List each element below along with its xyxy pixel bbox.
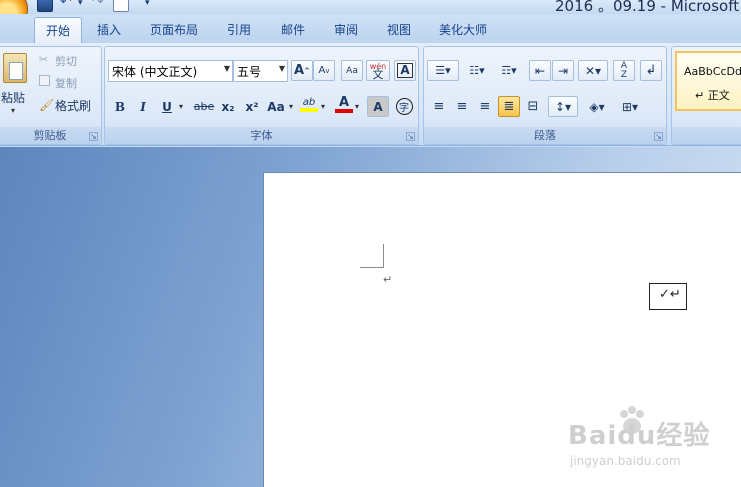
align-right-button[interactable]: ≡ <box>474 96 496 117</box>
style-sample-text: AaBbCcDd <box>684 65 741 78</box>
character-border-button[interactable]: A <box>394 60 416 81</box>
align-left-button[interactable]: ≡ <box>428 96 450 117</box>
undo-dropdown-icon[interactable]: ▾ <box>78 0 83 8</box>
sort-button[interactable]: AZ <box>613 60 635 81</box>
copy-icon[interactable] <box>39 75 50 86</box>
paragraph-launcher-icon[interactable]: ↘ <box>654 132 663 141</box>
paste-button[interactable]: 粘贴 <box>1 89 25 106</box>
clipboard-launcher-icon[interactable]: ↘ <box>89 132 98 141</box>
show-marks-button[interactable]: ↲ <box>640 60 662 81</box>
tab-review[interactable]: 审阅 <box>323 17 369 44</box>
shading-button[interactable]: ◈▾ <box>582 96 612 117</box>
style-name-label: ↵ 正文 <box>695 89 730 102</box>
font-color-label: A <box>338 94 350 110</box>
subscript-button[interactable]: x₂ <box>217 96 239 117</box>
chevron-down-icon: ▼ <box>278 64 285 73</box>
tab-home[interactable]: 开始 <box>34 17 83 44</box>
font-color-dropdown-icon[interactable]: ▾ <box>355 102 359 111</box>
font-name-select[interactable]: 宋体 (中文正文) ▼ <box>108 60 233 82</box>
styles-group: AaBbCcDd ↵ 正文 <box>671 46 741 145</box>
character-border-label: A <box>397 63 413 78</box>
tab-mailings[interactable]: 邮件 <box>270 17 316 44</box>
format-painter-icon[interactable]: 🖌 <box>39 98 54 112</box>
line-spacing-button[interactable]: ↕▾ <box>548 96 578 117</box>
justify-button[interactable]: ≣ <box>498 96 520 117</box>
grow-font-button[interactable]: A ^ <box>291 60 313 81</box>
margin-corner-mark <box>360 244 384 268</box>
bullets-button[interactable]: ☰▾ <box>427 60 459 81</box>
enclose-characters-button[interactable]: 字 <box>393 96 415 117</box>
highlight-button[interactable]: ab <box>298 94 320 115</box>
decrease-indent-button[interactable]: ⇤ <box>529 60 551 81</box>
highlight-dropdown-icon[interactable]: ▾ <box>321 102 325 111</box>
numbering-button[interactable]: ☷▾ <box>462 60 492 81</box>
tab-view[interactable]: 视图 <box>376 17 422 44</box>
format-painter-button[interactable]: 格式刷 <box>55 97 91 114</box>
change-case-dropdown-icon[interactable]: ▾ <box>289 102 293 111</box>
font-name-value: 宋体 (中文正文) <box>112 65 198 79</box>
save-icon[interactable] <box>37 0 53 12</box>
tab-references[interactable]: 引用 <box>216 17 262 44</box>
watermark-url: jingyan.baidu.com <box>570 454 681 468</box>
phonetic-guide-button[interactable]: wén 文 <box>366 60 390 81</box>
ribbon-tabs: 开始 插入 页面布局 引用 邮件 审阅 视图 美化大师 <box>0 14 741 44</box>
qat-customize-icon[interactable]: ▾ <box>145 0 150 8</box>
change-case-button[interactable]: Aa <box>264 96 288 117</box>
ribbon: 粘贴 ▾ ✂ 剪切 复制 🖌 格式刷 剪贴板 ↘ 宋体 (中文正文) ▼ 五号 … <box>0 43 741 146</box>
paragraph-mark: ↵ <box>383 273 393 286</box>
redo-icon[interactable]: ↷ <box>92 0 108 12</box>
copy-button[interactable]: 复制 <box>55 75 77 91</box>
cut-icon[interactable]: ✂ <box>39 53 48 66</box>
style-name: 正文 <box>707 89 730 102</box>
watermark-brand: Baidu经验 <box>568 421 711 451</box>
cut-button[interactable]: 剪切 <box>55 53 77 69</box>
shrink-font-label: A <box>318 65 326 76</box>
character-shading-button[interactable]: A <box>367 96 389 117</box>
enclose-label: 字 <box>395 98 413 115</box>
checked-box[interactable]: ✓↵ <box>649 283 687 310</box>
chevron-down-icon: ▼ <box>223 64 230 73</box>
font-launcher-icon[interactable]: ↘ <box>406 132 415 141</box>
paragraph-group-label: 段落 <box>424 127 666 144</box>
clear-format-button[interactable]: Aa <box>341 60 363 81</box>
font-group: 宋体 (中文正文) ▼ 五号 ▼ A ^ Av Aa wén 文 A B I U ▾… <box>104 46 419 145</box>
tab-page-layout[interactable]: 页面布局 <box>139 17 209 44</box>
styles-group-label <box>672 127 741 144</box>
font-group-label: 字体 <box>105 127 418 144</box>
underline-dropdown-icon[interactable]: ▾ <box>179 102 183 111</box>
borders-button[interactable]: ⊞▾ <box>615 96 645 117</box>
increase-indent-button[interactable]: ⇥ <box>552 60 574 81</box>
clipboard-group-label: 剪贴板 <box>0 127 101 144</box>
align-center-button[interactable]: ≡ <box>451 96 473 117</box>
print-preview-icon[interactable] <box>113 0 129 12</box>
distributed-button[interactable]: ⊟ <box>522 96 544 117</box>
paragraph-group: ☰▾ ☷▾ ☶▾ ⇤ ⇥ ✕▾ AZ ↲ ≡ ≡ ≡ ≣ ⊟ ↕▾ ◈▾ ⊞▾ … <box>423 46 667 145</box>
bold-button[interactable]: B <box>109 96 131 117</box>
tab-beautify-master[interactable]: 美化大师 <box>428 17 498 44</box>
multilevel-list-button[interactable]: ☶▾ <box>494 60 524 81</box>
underline-button[interactable]: U <box>156 96 178 117</box>
font-size-value: 五号 <box>237 65 262 79</box>
title-bar: 2016 。09.19 - Microsoft ↶ ▾ ↷ ▾ <box>0 0 741 14</box>
font-color-button[interactable]: A <box>333 94 355 115</box>
paste-dropdown-icon[interactable]: ▾ <box>11 106 15 115</box>
strikethrough-button[interactable]: abe <box>191 96 217 117</box>
highlight-label: ab <box>302 96 316 108</box>
undo-icon[interactable]: ↶ <box>60 0 76 12</box>
font-size-select[interactable]: 五号 ▼ <box>233 60 288 82</box>
italic-button[interactable]: I <box>132 96 154 117</box>
style-normal-tile[interactable]: AaBbCcDd ↵ 正文 <box>675 51 741 111</box>
clipboard-group: 粘贴 ▾ ✂ 剪切 复制 🖌 格式刷 剪贴板 ↘ <box>0 46 102 145</box>
grow-font-label: A <box>294 63 305 78</box>
tab-insert[interactable]: 插入 <box>86 17 132 44</box>
shrink-font-button[interactable]: Av <box>313 60 335 81</box>
font-color-swatch <box>335 108 353 113</box>
superscript-button[interactable]: x² <box>241 96 263 117</box>
highlight-color-swatch <box>300 107 318 112</box>
paste-icon[interactable] <box>3 53 27 83</box>
window-title: 2016 。09.19 - Microsoft <box>555 0 740 14</box>
asian-layout-button[interactable]: ✕▾ <box>578 60 608 81</box>
